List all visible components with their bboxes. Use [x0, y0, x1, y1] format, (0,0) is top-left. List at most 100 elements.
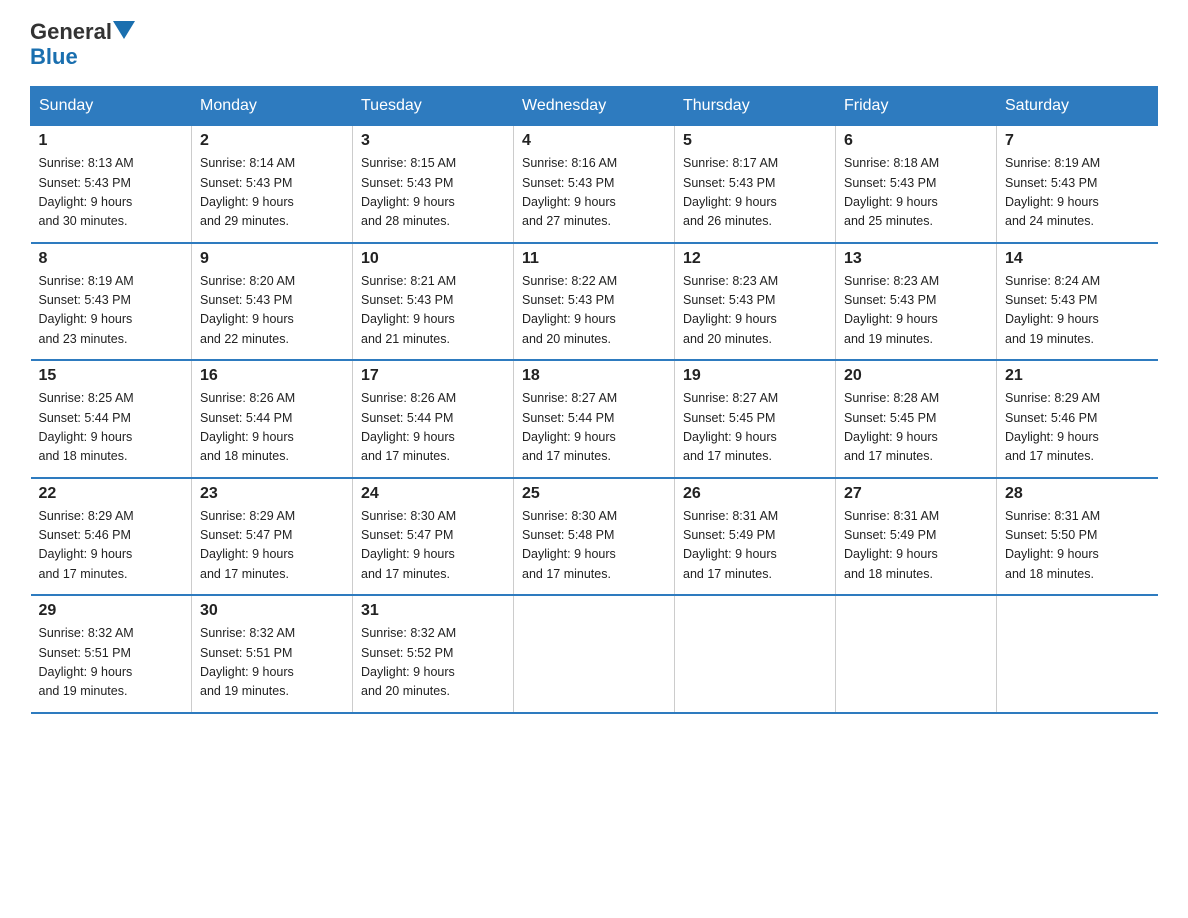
- calendar-cell: 10 Sunrise: 8:21 AM Sunset: 5:43 PM Dayl…: [353, 243, 514, 361]
- day-number: 6: [844, 132, 988, 150]
- calendar-cell: 27 Sunrise: 8:31 AM Sunset: 5:49 PM Dayl…: [836, 478, 997, 596]
- calendar-header-row: SundayMondayTuesdayWednesdayThursdayFrid…: [31, 87, 1158, 126]
- day-number: 16: [200, 367, 344, 385]
- calendar-cell: 21 Sunrise: 8:29 AM Sunset: 5:46 PM Dayl…: [997, 360, 1158, 478]
- calendar-cell: 24 Sunrise: 8:30 AM Sunset: 5:47 PM Dayl…: [353, 478, 514, 596]
- day-info: Sunrise: 8:32 AM Sunset: 5:51 PM Dayligh…: [39, 624, 184, 702]
- calendar-cell: 3 Sunrise: 8:15 AM Sunset: 5:43 PM Dayli…: [353, 126, 514, 243]
- day-number: 5: [683, 132, 827, 150]
- day-info: Sunrise: 8:23 AM Sunset: 5:43 PM Dayligh…: [683, 272, 827, 350]
- day-number: 22: [39, 485, 184, 503]
- calendar-cell: 14 Sunrise: 8:24 AM Sunset: 5:43 PM Dayl…: [997, 243, 1158, 361]
- day-info: Sunrise: 8:21 AM Sunset: 5:43 PM Dayligh…: [361, 272, 505, 350]
- week-row-4: 22 Sunrise: 8:29 AM Sunset: 5:46 PM Dayl…: [31, 478, 1158, 596]
- week-row-1: 1 Sunrise: 8:13 AM Sunset: 5:43 PM Dayli…: [31, 126, 1158, 243]
- day-number: 21: [1005, 367, 1150, 385]
- calendar-cell: 16 Sunrise: 8:26 AM Sunset: 5:44 PM Dayl…: [192, 360, 353, 478]
- day-info: Sunrise: 8:29 AM Sunset: 5:46 PM Dayligh…: [1005, 389, 1150, 467]
- header-saturday: Saturday: [997, 87, 1158, 126]
- calendar-cell: [514, 595, 675, 713]
- page-header: General Blue: [30, 20, 1158, 70]
- day-number: 19: [683, 367, 827, 385]
- day-info: Sunrise: 8:14 AM Sunset: 5:43 PM Dayligh…: [200, 154, 344, 232]
- day-number: 24: [361, 485, 505, 503]
- day-number: 2: [200, 132, 344, 150]
- header-thursday: Thursday: [675, 87, 836, 126]
- day-number: 28: [1005, 485, 1150, 503]
- day-info: Sunrise: 8:23 AM Sunset: 5:43 PM Dayligh…: [844, 272, 988, 350]
- calendar-cell: 22 Sunrise: 8:29 AM Sunset: 5:46 PM Dayl…: [31, 478, 192, 596]
- day-number: 27: [844, 485, 988, 503]
- day-info: Sunrise: 8:26 AM Sunset: 5:44 PM Dayligh…: [200, 389, 344, 467]
- day-info: Sunrise: 8:32 AM Sunset: 5:51 PM Dayligh…: [200, 624, 344, 702]
- calendar-cell: 8 Sunrise: 8:19 AM Sunset: 5:43 PM Dayli…: [31, 243, 192, 361]
- header-tuesday: Tuesday: [353, 87, 514, 126]
- day-number: 15: [39, 367, 184, 385]
- logo-triangle-icon: [113, 21, 135, 43]
- calendar-table: SundayMondayTuesdayWednesdayThursdayFrid…: [30, 86, 1158, 714]
- day-number: 23: [200, 485, 344, 503]
- day-info: Sunrise: 8:28 AM Sunset: 5:45 PM Dayligh…: [844, 389, 988, 467]
- calendar-cell: 29 Sunrise: 8:32 AM Sunset: 5:51 PM Dayl…: [31, 595, 192, 713]
- day-number: 31: [361, 602, 505, 620]
- day-number: 26: [683, 485, 827, 503]
- logo-general: General: [30, 20, 112, 44]
- calendar-cell: 19 Sunrise: 8:27 AM Sunset: 5:45 PM Dayl…: [675, 360, 836, 478]
- calendar-cell: 12 Sunrise: 8:23 AM Sunset: 5:43 PM Dayl…: [675, 243, 836, 361]
- header-friday: Friday: [836, 87, 997, 126]
- day-info: Sunrise: 8:22 AM Sunset: 5:43 PM Dayligh…: [522, 272, 666, 350]
- day-info: Sunrise: 8:16 AM Sunset: 5:43 PM Dayligh…: [522, 154, 666, 232]
- day-info: Sunrise: 8:18 AM Sunset: 5:43 PM Dayligh…: [844, 154, 988, 232]
- day-info: Sunrise: 8:31 AM Sunset: 5:49 PM Dayligh…: [844, 507, 988, 585]
- calendar-cell: 28 Sunrise: 8:31 AM Sunset: 5:50 PM Dayl…: [997, 478, 1158, 596]
- day-info: Sunrise: 8:25 AM Sunset: 5:44 PM Dayligh…: [39, 389, 184, 467]
- day-info: Sunrise: 8:19 AM Sunset: 5:43 PM Dayligh…: [1005, 154, 1150, 232]
- day-number: 17: [361, 367, 505, 385]
- header-monday: Monday: [192, 87, 353, 126]
- calendar-cell: 23 Sunrise: 8:29 AM Sunset: 5:47 PM Dayl…: [192, 478, 353, 596]
- day-number: 29: [39, 602, 184, 620]
- day-number: 3: [361, 132, 505, 150]
- day-number: 8: [39, 250, 184, 268]
- calendar-cell: 15 Sunrise: 8:25 AM Sunset: 5:44 PM Dayl…: [31, 360, 192, 478]
- calendar-cell: 5 Sunrise: 8:17 AM Sunset: 5:43 PM Dayli…: [675, 126, 836, 243]
- day-info: Sunrise: 8:30 AM Sunset: 5:47 PM Dayligh…: [361, 507, 505, 585]
- day-number: 18: [522, 367, 666, 385]
- calendar-cell: [997, 595, 1158, 713]
- day-number: 13: [844, 250, 988, 268]
- week-row-2: 8 Sunrise: 8:19 AM Sunset: 5:43 PM Dayli…: [31, 243, 1158, 361]
- day-info: Sunrise: 8:32 AM Sunset: 5:52 PM Dayligh…: [361, 624, 505, 702]
- calendar-cell: 13 Sunrise: 8:23 AM Sunset: 5:43 PM Dayl…: [836, 243, 997, 361]
- calendar-cell: 20 Sunrise: 8:28 AM Sunset: 5:45 PM Dayl…: [836, 360, 997, 478]
- calendar-cell: 17 Sunrise: 8:26 AM Sunset: 5:44 PM Dayl…: [353, 360, 514, 478]
- day-number: 1: [39, 132, 184, 150]
- day-info: Sunrise: 8:13 AM Sunset: 5:43 PM Dayligh…: [39, 154, 184, 232]
- header-wednesday: Wednesday: [514, 87, 675, 126]
- day-number: 4: [522, 132, 666, 150]
- day-info: Sunrise: 8:29 AM Sunset: 5:46 PM Dayligh…: [39, 507, 184, 585]
- calendar-cell: 7 Sunrise: 8:19 AM Sunset: 5:43 PM Dayli…: [997, 126, 1158, 243]
- calendar-cell: 1 Sunrise: 8:13 AM Sunset: 5:43 PM Dayli…: [31, 126, 192, 243]
- calendar-cell: 18 Sunrise: 8:27 AM Sunset: 5:44 PM Dayl…: [514, 360, 675, 478]
- logo: General Blue: [30, 20, 135, 70]
- calendar-cell: 2 Sunrise: 8:14 AM Sunset: 5:43 PM Dayli…: [192, 126, 353, 243]
- day-info: Sunrise: 8:27 AM Sunset: 5:45 PM Dayligh…: [683, 389, 827, 467]
- day-info: Sunrise: 8:26 AM Sunset: 5:44 PM Dayligh…: [361, 389, 505, 467]
- day-info: Sunrise: 8:27 AM Sunset: 5:44 PM Dayligh…: [522, 389, 666, 467]
- day-number: 9: [200, 250, 344, 268]
- calendar-cell: [675, 595, 836, 713]
- logo-blue: Blue: [30, 44, 78, 70]
- day-info: Sunrise: 8:20 AM Sunset: 5:43 PM Dayligh…: [200, 272, 344, 350]
- day-info: Sunrise: 8:19 AM Sunset: 5:43 PM Dayligh…: [39, 272, 184, 350]
- week-row-3: 15 Sunrise: 8:25 AM Sunset: 5:44 PM Dayl…: [31, 360, 1158, 478]
- day-info: Sunrise: 8:29 AM Sunset: 5:47 PM Dayligh…: [200, 507, 344, 585]
- day-number: 11: [522, 250, 666, 268]
- day-number: 30: [200, 602, 344, 620]
- week-row-5: 29 Sunrise: 8:32 AM Sunset: 5:51 PM Dayl…: [31, 595, 1158, 713]
- calendar-cell: 25 Sunrise: 8:30 AM Sunset: 5:48 PM Dayl…: [514, 478, 675, 596]
- day-number: 12: [683, 250, 827, 268]
- calendar-cell: 11 Sunrise: 8:22 AM Sunset: 5:43 PM Dayl…: [514, 243, 675, 361]
- calendar-cell: 26 Sunrise: 8:31 AM Sunset: 5:49 PM Dayl…: [675, 478, 836, 596]
- calendar-cell: 31 Sunrise: 8:32 AM Sunset: 5:52 PM Dayl…: [353, 595, 514, 713]
- day-number: 20: [844, 367, 988, 385]
